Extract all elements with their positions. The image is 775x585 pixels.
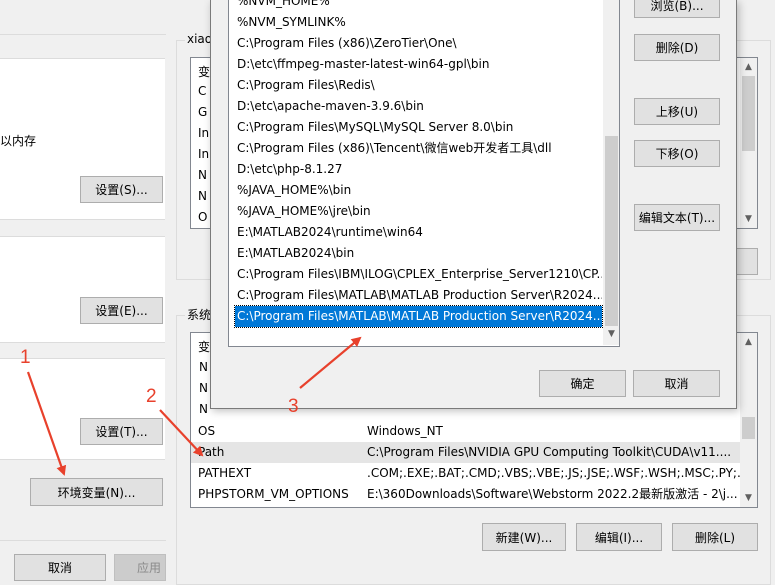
- annotation-arrow-icon: [159, 409, 204, 457]
- annotation-label-3: 3: [288, 396, 299, 417]
- annotation-arrow-icon: [299, 336, 362, 389]
- annotation-label-1: 1: [20, 347, 31, 368]
- annotation-arrows: [26, 336, 362, 476]
- annotation-label-2: 2: [146, 386, 157, 407]
- annotation-arrow-icon: [26, 371, 67, 476]
